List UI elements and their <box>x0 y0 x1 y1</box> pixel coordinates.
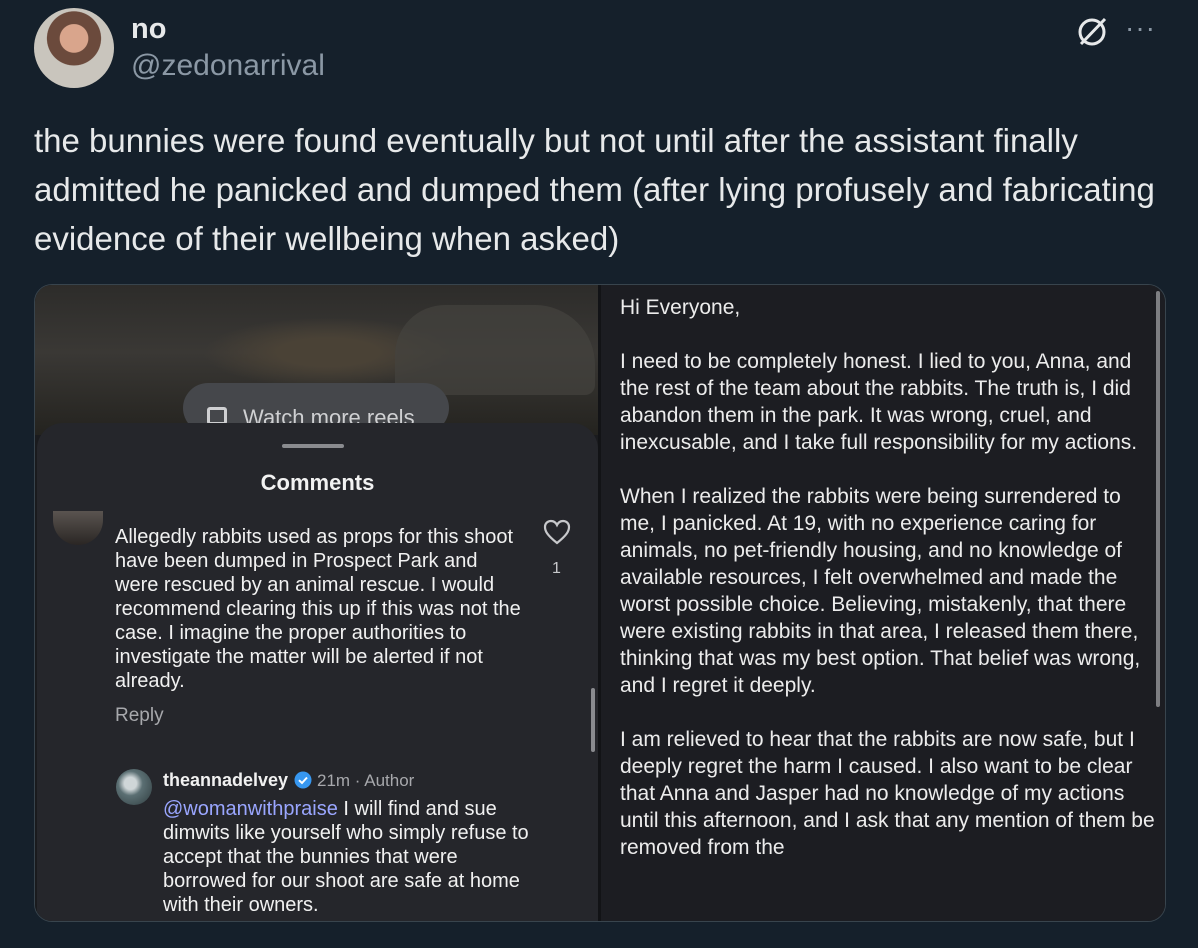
verified-badge-icon <box>294 771 312 789</box>
comments-scrollbar <box>591 688 595 752</box>
reply-author-name: theannadelvey <box>163 770 289 790</box>
more-options-icon[interactable]: ··· <box>1125 12 1156 44</box>
letter-paragraph: When I realized the rabbits were being s… <box>620 485 1141 697</box>
comment-text: Allegedly rabbits used as props for this… <box>115 526 521 692</box>
reply-mention: @womanwithpraise <box>163 798 338 820</box>
reply-link: Reply <box>115 705 164 726</box>
reply-text: @womanwithpraise I will find and sue dim… <box>163 797 543 917</box>
letter-greeting: Hi Everyone, <box>620 296 741 319</box>
user-avatar[interactable] <box>34 8 114 88</box>
apology-letter-screenshot: Hi Everyone, I need to be completely hon… <box>601 285 1165 921</box>
instagram-comments-screenshot: Watch more reels Comments Allegedly rabb… <box>35 285 598 921</box>
letter-paragraph: I am relieved to hear that the rabbits a… <box>620 728 1155 859</box>
tweet-media[interactable]: Watch more reels Comments Allegedly rabb… <box>34 284 1166 922</box>
letter-paragraph: I need to be completely honest. I lied t… <box>620 350 1138 454</box>
letter-scrollbar <box>1156 291 1160 707</box>
comments-sheet: Comments Allegedly rabbits used as props… <box>37 423 598 921</box>
heart-icon <box>543 519 571 545</box>
sheet-drag-handle <box>282 444 344 448</box>
reel-background-car <box>395 305 595 395</box>
reply-meta: 21m · Author <box>317 771 415 790</box>
comments-title: Comments <box>260 470 375 495</box>
comment-like-count: 1 <box>552 560 561 577</box>
tweet-text: the bunnies were found eventually but no… <box>34 122 1155 257</box>
letter-text: Hi Everyone, I need to be completely hon… <box>620 294 1160 888</box>
user-handle[interactable]: @zedonarrival <box>131 49 325 83</box>
display-name[interactable]: no <box>131 13 166 46</box>
author-avatar <box>116 769 152 805</box>
grok-icon[interactable] <box>1076 14 1110 48</box>
commenter-avatar <box>53 511 103 545</box>
